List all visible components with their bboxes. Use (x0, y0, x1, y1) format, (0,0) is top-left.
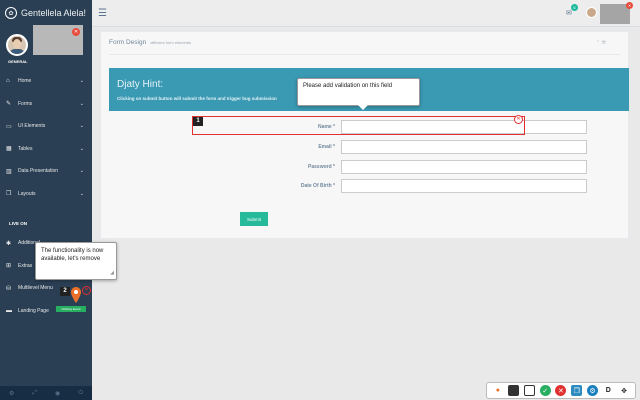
form-row-dob: Date Of Birth * (251, 179, 587, 193)
form-panel: Form Design different form elements ⌃ ⚒ D… (100, 31, 629, 239)
annotation-number[interactable]: 1 (193, 117, 203, 126)
eye-slash-icon[interactable]: ◉ (55, 390, 60, 397)
brand-name: Gentellela Alela! (21, 8, 87, 18)
sidebar-item-forms[interactable]: ✎ Forms ⌄ (0, 93, 92, 116)
date-of-birth-field[interactable] (341, 179, 587, 193)
paw-icon: ✿ (5, 7, 17, 19)
sitemap-icon: ⛁ (6, 285, 12, 292)
table-icon: ▦ (6, 146, 12, 153)
brand[interactable]: ✿ Gentellela Alela! (0, 0, 92, 26)
edit-icon: ✎ (6, 101, 12, 108)
panel-title-text: Form Design (109, 39, 147, 46)
gear-icon[interactable]: ⚙ (9, 390, 14, 397)
sidebar-footer: ⚙ ⤢ ◉ ⏻ (0, 386, 92, 400)
resize-handle-icon[interactable]: ◢ (110, 269, 114, 277)
sidebar-item-label: Tables (18, 145, 33, 152)
frame-tool-icon[interactable] (523, 385, 535, 396)
wrench-icon[interactable]: ⚒ (602, 40, 606, 46)
sidebar-item-ui-elements[interactable]: ▭ UI Elements ⌄ (0, 115, 92, 138)
box-tool-icon[interactable] (508, 385, 520, 396)
user-avatar[interactable] (586, 7, 597, 18)
annotation-number[interactable]: 2 (60, 287, 70, 296)
close-icon[interactable]: ✕ (72, 28, 80, 36)
close-icon[interactable]: ✕ (82, 286, 91, 295)
close-icon[interactable]: ✕ (626, 2, 633, 9)
avatar[interactable] (6, 34, 28, 56)
chevron-up-icon[interactable]: ⌃ (596, 40, 600, 46)
home-icon: ⌂ (6, 78, 10, 85)
clone-icon: ❐ (6, 191, 12, 198)
sidebar: ✿ Gentellela Alela! ✕ GENERAL ⌂ Home ⌄ ✎… (0, 0, 92, 400)
sidebar-item-data-presentation[interactable]: ▥ Data Presentation ⌄ (0, 160, 92, 183)
sidebar-item-label: Multilevel Menu (18, 285, 53, 292)
chevron-down-icon: ⌄ (79, 123, 84, 130)
panel-title: Form Design different form elements (109, 39, 191, 46)
chevron-down-icon: ⌄ (79, 190, 84, 197)
profile-role: GENERAL (8, 59, 28, 64)
panel-subtitle: different form elements (150, 40, 192, 45)
sidebar-item-label: Home (18, 78, 32, 85)
sidebar-item-label: UI Elements (18, 123, 46, 130)
field-label: Email * (318, 144, 335, 150)
section-heading: LIVE ON (9, 221, 28, 226)
chevron-down-icon: ⌄ (79, 145, 84, 152)
annotation-tooltip[interactable]: The functionality is now available, let'… (35, 242, 117, 280)
chevron-down-icon: ⌄ (79, 168, 84, 175)
sidebar-item-label: Data Presentation (18, 168, 59, 175)
close-icon[interactable]: ✕ (514, 115, 523, 124)
copy-icon[interactable]: ❐ (571, 385, 583, 396)
field-label: Password * (308, 164, 335, 170)
top-nav: ☰ ✉ 6 ✕ (92, 0, 640, 27)
sidebar-menu: ⌂ Home ⌄ ✎ Forms ⌄ ▭ UI Elements ⌄ ▦ Tab… (0, 70, 92, 205)
menu-toggle-icon[interactable]: ☰ (98, 8, 107, 19)
pin-tool-icon[interactable]: ● (492, 385, 503, 396)
djaty-logo-icon[interactable]: D (603, 385, 614, 396)
chart-icon: ▥ (6, 168, 12, 175)
divider (109, 54, 620, 55)
desktop-icon: ▭ (6, 123, 12, 130)
bug-icon: ✱ (6, 240, 12, 247)
sidebar-item-tables[interactable]: ▦ Tables ⌄ (0, 138, 92, 161)
mail-icon[interactable]: ✉ (566, 9, 572, 17)
password-field[interactable] (341, 160, 587, 174)
form-row-email: Email * (251, 140, 587, 154)
close-circle-icon[interactable]: ✕ (555, 385, 567, 396)
fullscreen-icon[interactable]: ⤢ (32, 390, 37, 397)
chevron-down-icon: ⌄ (79, 100, 84, 107)
sidebar-item-layouts[interactable]: ❐ Layouts ⌄ (0, 183, 92, 206)
sidebar-item-label: Forms (18, 100, 33, 107)
submit-button[interactable]: Submit (240, 212, 268, 226)
annotation-tooltip[interactable]: Please add validation on this field (297, 78, 420, 110)
form-row-password: Password * (251, 160, 587, 174)
settings-icon[interactable]: ⚙ (586, 385, 598, 396)
sidebar-item-home[interactable]: ⌂ Home ⌄ (0, 70, 92, 93)
panel-tools: ⌃ ⚒ (596, 40, 606, 46)
event-tag: Clicking Event (56, 306, 86, 312)
tooltip-text: Please add validation on this field (303, 83, 393, 89)
sidebar-item-label: Extras (18, 262, 33, 269)
hint-text: Clicking on submit button will submit th… (117, 96, 277, 101)
email-field[interactable] (341, 140, 587, 154)
sidebar-item-label: Layouts (18, 190, 36, 197)
map-pin-icon[interactable] (71, 287, 81, 303)
hint-title: Djaty Hint: (117, 79, 164, 90)
annotation-highlight[interactable] (192, 116, 525, 135)
field-label: Date Of Birth * (300, 183, 335, 189)
move-icon[interactable]: ✥ (619, 385, 630, 396)
profile: ✕ GENERAL (0, 25, 92, 66)
check-icon[interactable]: ✓ (539, 385, 551, 396)
tooltip-text: The functionality is now available, let'… (41, 248, 104, 262)
annotation-toolbar: ● ✓ ✕ ❐ ⚙ D ✥ (486, 382, 636, 399)
sidebar-item-label: Landing Page (18, 307, 49, 314)
power-icon[interactable]: ⏻ (78, 390, 83, 397)
notification-badge: 6 (571, 4, 578, 11)
chevron-down-icon: ⌄ (79, 78, 84, 85)
windows-icon: ⊞ (6, 263, 12, 270)
laptop-icon: ▬ (6, 307, 12, 314)
